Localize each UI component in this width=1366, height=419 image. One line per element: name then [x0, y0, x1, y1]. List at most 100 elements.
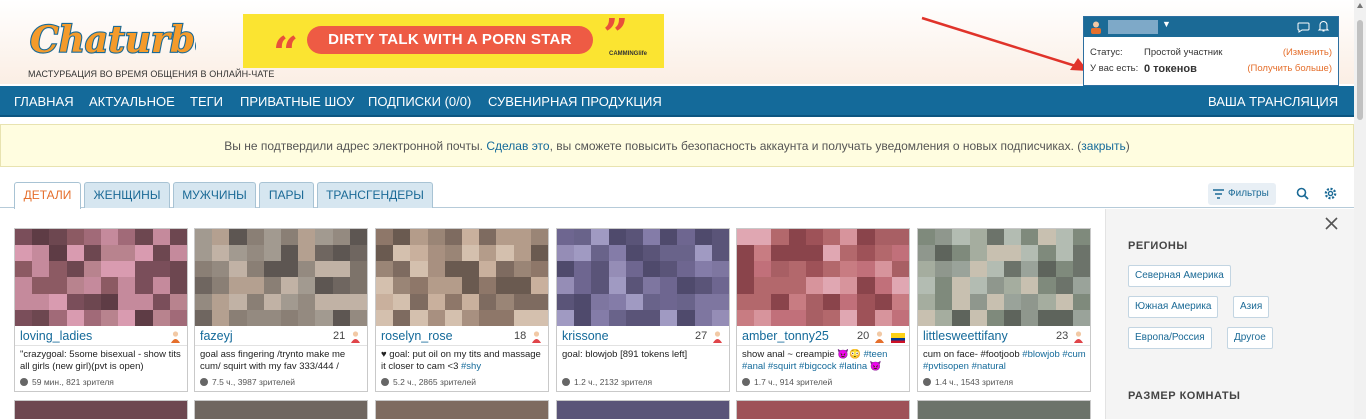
couple-icon: [873, 330, 886, 343]
nav-home[interactable]: ГЛАВНАЯ: [14, 94, 74, 109]
room-thumbnail[interactable]: [557, 229, 729, 326]
room-stats-text: 1.4 ч., 1543 зрителя: [935, 377, 1014, 387]
nav-merch[interactable]: СУВЕНИРНАЯ ПРОДУКЦИЯ: [488, 94, 662, 109]
room-username[interactable]: roselyn_rose: [381, 329, 453, 343]
filter-sidebar: РЕГИОНЫ Северная Америка Южная Америка А…: [1105, 209, 1354, 419]
female-icon: [351, 331, 360, 343]
room-stats-text: 7.5 ч., 3987 зрителей: [212, 377, 296, 387]
room-stats-text: 59 мин., 821 зрителя: [32, 377, 114, 387]
username-menu[interactable]: [1108, 20, 1158, 34]
room-card[interactable]: [556, 400, 730, 419]
viewer-icon: [562, 378, 570, 386]
tab-female[interactable]: ЖЕНЩИНЫ: [84, 182, 170, 208]
search-icon[interactable]: [1296, 187, 1309, 200]
scrollbar[interactable]: [1354, 0, 1366, 419]
room-card[interactable]: [14, 400, 188, 419]
svg-text:Chaturbate: Chaturbate: [30, 19, 196, 61]
room-subject-text: goal ass fingering /trynto make me cum/ …: [200, 349, 346, 372]
divider: [376, 345, 548, 346]
chat-icon[interactable]: [1297, 20, 1310, 33]
tab-featured[interactable]: ДЕТАЛИ: [14, 182, 81, 209]
room-username[interactable]: amber_tonny25: [742, 329, 829, 343]
room-thumbnail[interactable]: [918, 229, 1090, 326]
bell-icon[interactable]: [1317, 20, 1330, 33]
room-subject-text: goal: blowjob [891 tokens left]: [562, 349, 688, 360]
room-stats: 7.5 ч., 3987 зрителей: [200, 377, 295, 387]
room-stats: 1.2 ч., 2132 зрителя: [562, 377, 652, 387]
region-south-america[interactable]: Южная Америка: [1128, 296, 1219, 318]
region-asia[interactable]: Азия: [1233, 296, 1270, 318]
chaturbate-logo[interactable]: Chaturbate: [26, 10, 196, 66]
room-thumbnail[interactable]: [737, 229, 909, 326]
room-username[interactable]: littlesweettifany: [923, 329, 1008, 343]
scrollbar-thumb[interactable]: [1357, 20, 1363, 120]
divider: [737, 345, 909, 346]
user-panel: ▼ Статус: Простой участник (Изменить) У …: [1083, 16, 1339, 86]
nav-trending[interactable]: АКТУАЛЬНОЕ: [89, 94, 175, 109]
alert-text: ): [1125, 139, 1130, 153]
chevron-down-icon[interactable]: ▼: [1162, 19, 1171, 29]
region-other[interactable]: Другое: [1227, 327, 1273, 349]
room-subject: "crazygoal: 5some bisexual - show tits a…: [20, 349, 184, 375]
room-tags[interactable]: #shy: [461, 361, 481, 372]
category-tabs: ДЕТАЛИ ЖЕНЩИНЫ МУЖЧИНЫ ПАРЫ ТРАНСГЕНДЕРЫ: [0, 182, 1354, 209]
nav-private-shows[interactable]: ПРИВАТНЫЕ ШОУ: [240, 94, 354, 109]
filter-icon: [1213, 189, 1224, 199]
region-europe-russia[interactable]: Европа/Россия: [1128, 327, 1212, 349]
room-stats: 59 мин., 821 зрителя: [20, 377, 114, 387]
room-stats-text: 1.7 ч., 914 зрителей: [754, 377, 833, 387]
room-card[interactable]: littlesweettifany 23 cum on face- #footjoo…: [917, 228, 1091, 392]
room-subject: cum on face- #footjoob #blowjob #cum #pv…: [923, 349, 1087, 375]
gear-icon[interactable]: [1323, 186, 1338, 201]
room-username[interactable]: loving_ladies: [20, 329, 92, 343]
status-row: Статус: Простой участник (Изменить): [1084, 47, 1338, 61]
room-stats-text: 1.2 ч., 2132 зрителя: [574, 377, 653, 387]
room-age: 21: [333, 330, 346, 342]
couple-icon: [875, 331, 884, 343]
room-card[interactable]: [917, 400, 1091, 419]
tab-couple[interactable]: ПАРЫ: [259, 182, 314, 208]
close-alert-link[interactable]: закрыть: [1081, 139, 1125, 153]
room-age: 27: [695, 330, 708, 342]
verify-email-link[interactable]: Сделав это: [486, 139, 549, 153]
divider: [195, 345, 367, 346]
room-card[interactable]: amber_tonny25 20 show anal ~ creampie 😈😳 #…: [736, 228, 910, 392]
female-icon: [1072, 330, 1085, 343]
room-card[interactable]: [736, 400, 910, 419]
room-card[interactable]: fazeyj 21 goal ass fingering /trynto make …: [194, 228, 368, 392]
room-card[interactable]: [194, 400, 368, 419]
region-north-america[interactable]: Северная Америка: [1128, 265, 1231, 287]
room-card[interactable]: roselyn_rose 18 ♥ goal: put oil on my tits…: [375, 228, 549, 392]
tab-trans[interactable]: ТРАНСГЕНДЕРЫ: [317, 182, 433, 208]
room-card[interactable]: loving_ladies "crazygoal: 5some bisexual …: [14, 228, 188, 392]
get-more-tokens-link[interactable]: (Получить больше): [1247, 63, 1332, 74]
room-card[interactable]: krissone 27 goal: blowjob [891 tokens left…: [556, 228, 730, 392]
main-nav: ГЛАВНАЯ АКТУАЛЬНОЕ ТЕГИ ПРИВАТНЫЕ ШОУ ПО…: [0, 86, 1354, 117]
email-verification-alert: Вы не подтвердили адрес электронной почт…: [0, 124, 1354, 167]
room-thumbnail[interactable]: [376, 229, 548, 326]
scroll-up-icon[interactable]: [1357, 3, 1363, 8]
room-age: 23: [1056, 330, 1069, 342]
room-username[interactable]: fazeyj: [200, 329, 233, 343]
nav-subscriptions[interactable]: ПОДПИСКИ (0/0): [368, 94, 471, 109]
room-thumbnail[interactable]: [15, 229, 187, 326]
alert-text: , вы сможете повысить безопасность аккау…: [549, 139, 1082, 153]
banner-brand: CAMMINGlife: [609, 51, 647, 57]
room-username[interactable]: krissone: [562, 329, 609, 343]
tokens-row: У вас есть: 0 токенов (Получить больше): [1084, 63, 1338, 77]
couple-icon: [171, 331, 180, 343]
nav-broadcast[interactable]: ВАША ТРАНСЛЯЦИЯ: [1208, 94, 1338, 109]
tab-male[interactable]: МУЖЧИНЫ: [173, 182, 256, 208]
ad-banner[interactable]: “ DIRTY TALK WITH A PORN STAR ” CAMMINGl…: [243, 14, 664, 76]
avatar-icon[interactable]: [1089, 20, 1103, 34]
room-card[interactable]: [375, 400, 549, 419]
nav-tags[interactable]: ТЕГИ: [190, 94, 223, 109]
viewer-icon: [923, 378, 931, 386]
change-status-link[interactable]: (Изменить): [1283, 47, 1332, 58]
alert-text: Вы не подтвердили адрес электронной почт…: [224, 139, 487, 153]
close-icon[interactable]: [1325, 217, 1338, 230]
room-thumbnail[interactable]: [195, 229, 367, 326]
room-subject: goal: blowjob [891 tokens left]: [562, 349, 726, 375]
viewer-icon: [200, 378, 208, 386]
room-age: 20: [857, 330, 870, 342]
